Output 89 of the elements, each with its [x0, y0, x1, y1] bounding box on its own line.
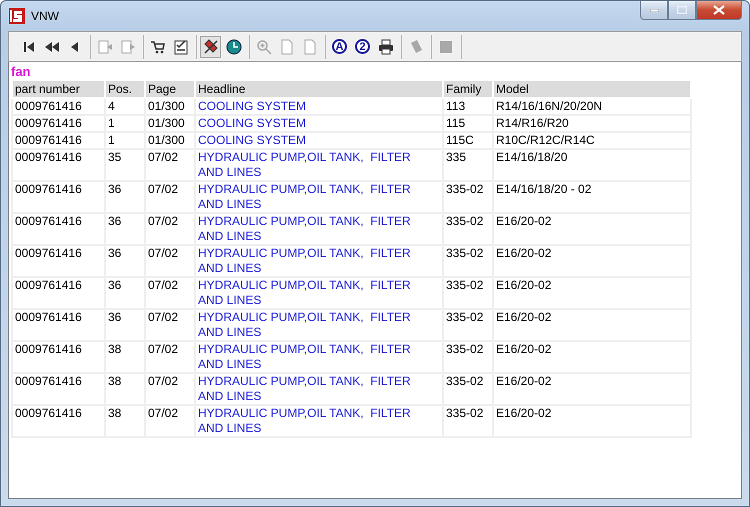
- column-header: Page: [145, 80, 195, 98]
- close-button[interactable]: [696, 1, 742, 20]
- table-cell: 07/02: [145, 405, 195, 437]
- document-arrow-icon: [120, 38, 136, 54]
- toolbar-button[interactable]: 2: [352, 36, 373, 58]
- toolbar-button[interactable]: A: [329, 36, 350, 58]
- window-title: VNW: [31, 9, 60, 23]
- table-cell: 0009761416: [12, 213, 105, 245]
- table-cell: 335-02: [443, 341, 493, 373]
- table-cell: 0009761416: [12, 245, 105, 277]
- table-cell: 07/02: [145, 213, 195, 245]
- column-header: part number: [12, 80, 105, 98]
- table-cell: 335-02: [443, 405, 493, 437]
- table-cell: 38: [105, 373, 145, 405]
- tag-icon: [202, 38, 218, 54]
- table-cell: 115: [443, 115, 493, 132]
- search-term: fan: [11, 64, 30, 79]
- table-cell: 335-02: [443, 181, 493, 213]
- printer-icon: [378, 38, 394, 54]
- table-cell: 0009761416: [12, 341, 105, 373]
- table-cell: 07/02: [145, 309, 195, 341]
- checklist-icon: [172, 38, 188, 54]
- table-cell: 07/02: [145, 245, 195, 277]
- table-cell: 01/300: [145, 98, 195, 115]
- table-cell: E16/20-02: [493, 341, 691, 373]
- table-cell: 01/300: [145, 132, 195, 149]
- table-cell: R14/R16/R20: [493, 115, 691, 132]
- table-cell: E14/16/18/20 - 02: [493, 181, 691, 213]
- column-header: Model: [493, 80, 691, 98]
- table-cell: 0009761416: [12, 309, 105, 341]
- table-cell: 335-02: [443, 309, 493, 341]
- table-cell: 07/02: [145, 341, 195, 373]
- clock-icon: [226, 38, 242, 54]
- table-cell: E14/16/18/20: [493, 149, 691, 181]
- minimize-button[interactable]: [640, 1, 668, 20]
- table-cell: E16/20-02: [493, 245, 691, 277]
- table-cell: 36: [105, 213, 145, 245]
- column-header: Family: [443, 80, 493, 98]
- minimize-icon: [650, 8, 658, 12]
- table-cell: 07/02: [145, 277, 195, 309]
- table-cell: 113: [443, 98, 493, 115]
- toolbar-button[interactable]: [200, 36, 221, 58]
- table-cell: 335-02: [443, 373, 493, 405]
- table-cell: 4: [105, 98, 145, 115]
- table-cell: R14/16/16N/20/20N: [493, 98, 691, 115]
- maximize-icon: [677, 6, 687, 14]
- table-cell: 07/02: [145, 373, 195, 405]
- table-cell: 1: [105, 115, 145, 132]
- table-cell: 0009761416: [12, 132, 105, 149]
- table-cell: 07/02: [145, 181, 195, 213]
- table-cell: 115C: [443, 132, 493, 149]
- table-cell: 1: [105, 132, 145, 149]
- table-cell: 335: [443, 149, 493, 181]
- table-cell: 0009761416: [12, 181, 105, 213]
- cart-icon: [150, 38, 166, 54]
- table-cell: 0009761416: [12, 98, 105, 115]
- table-cell: 0009761416: [12, 149, 105, 181]
- table-cell: 36: [105, 181, 145, 213]
- page-icon: [278, 38, 294, 54]
- table-cell: E16/20-02: [493, 373, 691, 405]
- column-header: Headline: [195, 80, 443, 98]
- zoom-icon: [256, 38, 272, 54]
- table-cell: 0009761416: [12, 373, 105, 405]
- column-header: Pos.: [105, 80, 145, 98]
- table-cell: E16/20-02: [493, 309, 691, 341]
- table-cell: 0009761416: [12, 277, 105, 309]
- table-cell: 38: [105, 405, 145, 437]
- table-cell: 07/02: [145, 149, 195, 181]
- app-logo-icon: [9, 8, 25, 24]
- table-cell: 36: [105, 245, 145, 277]
- table-cell: 335-02: [443, 277, 493, 309]
- table-cell: R10C/R12C/R14C: [493, 132, 691, 149]
- table-cell: 0009761416: [12, 405, 105, 437]
- table-cell: E16/20-02: [493, 405, 691, 437]
- stop-icon: [438, 38, 454, 54]
- table-cell: 0009761416: [12, 115, 105, 132]
- table-cell: 335-02: [443, 213, 493, 245]
- table-cell: 38: [105, 341, 145, 373]
- page-icon: [302, 38, 318, 54]
- table-cell: 01/300: [145, 115, 195, 132]
- table-cell: 335-02: [443, 245, 493, 277]
- table-cell: E16/20-02: [493, 277, 691, 309]
- maximize-button[interactable]: [668, 1, 696, 20]
- table-cell: E16/20-02: [493, 213, 691, 245]
- table-cell: 36: [105, 277, 145, 309]
- table-cell: 35: [105, 149, 145, 181]
- close-icon: [713, 5, 725, 15]
- table-cell: 36: [105, 309, 145, 341]
- document-arrow-icon: [96, 38, 112, 54]
